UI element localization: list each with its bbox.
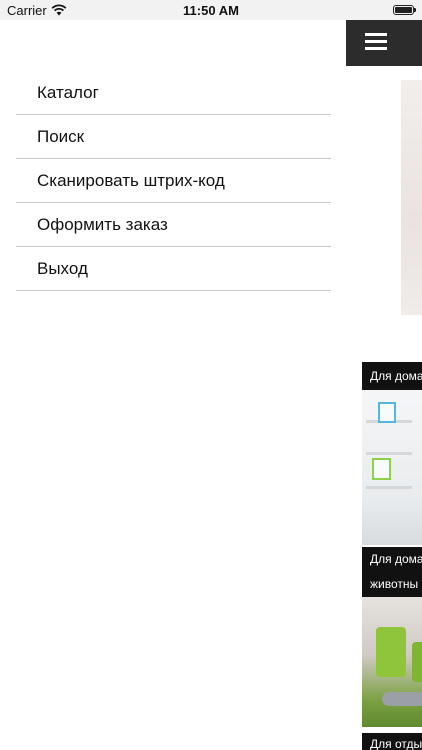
main-content[interactable]: Для дома Для дома животны Для отды [346,20,422,750]
category-card[interactable]: Для дома [362,362,422,545]
category-label: Для дома [362,547,422,572]
category-card[interactable]: Для дома животны [362,547,422,727]
category-image [362,597,422,727]
menu-item-catalog[interactable]: Каталог [16,71,331,115]
menu-item-logout[interactable]: Выход [16,247,331,291]
status-bar: Carrier 11:50 AM [0,0,422,20]
menu-item-search[interactable]: Поиск [16,115,331,159]
banner-image[interactable] [401,80,422,315]
menu-list: Каталог Поиск Сканировать штрих-код Офор… [16,71,331,291]
clock: 11:50 AM [183,3,239,18]
battery-icon [393,5,416,15]
menu-item-checkout[interactable]: Оформить заказ [16,203,331,247]
category-label-line2: животны [362,572,422,597]
category-image [362,390,422,545]
menu-toggle-icon[interactable] [365,33,387,51]
menu-item-scan-barcode[interactable]: Сканировать штрих-код [16,159,331,203]
category-label: Для дома [362,362,422,390]
category-card[interactable]: Для отды [362,733,422,750]
side-menu: Каталог Поиск Сканировать штрих-код Офор… [0,20,346,750]
navigation-bar [346,20,422,66]
category-label: Для отды [362,733,422,750]
